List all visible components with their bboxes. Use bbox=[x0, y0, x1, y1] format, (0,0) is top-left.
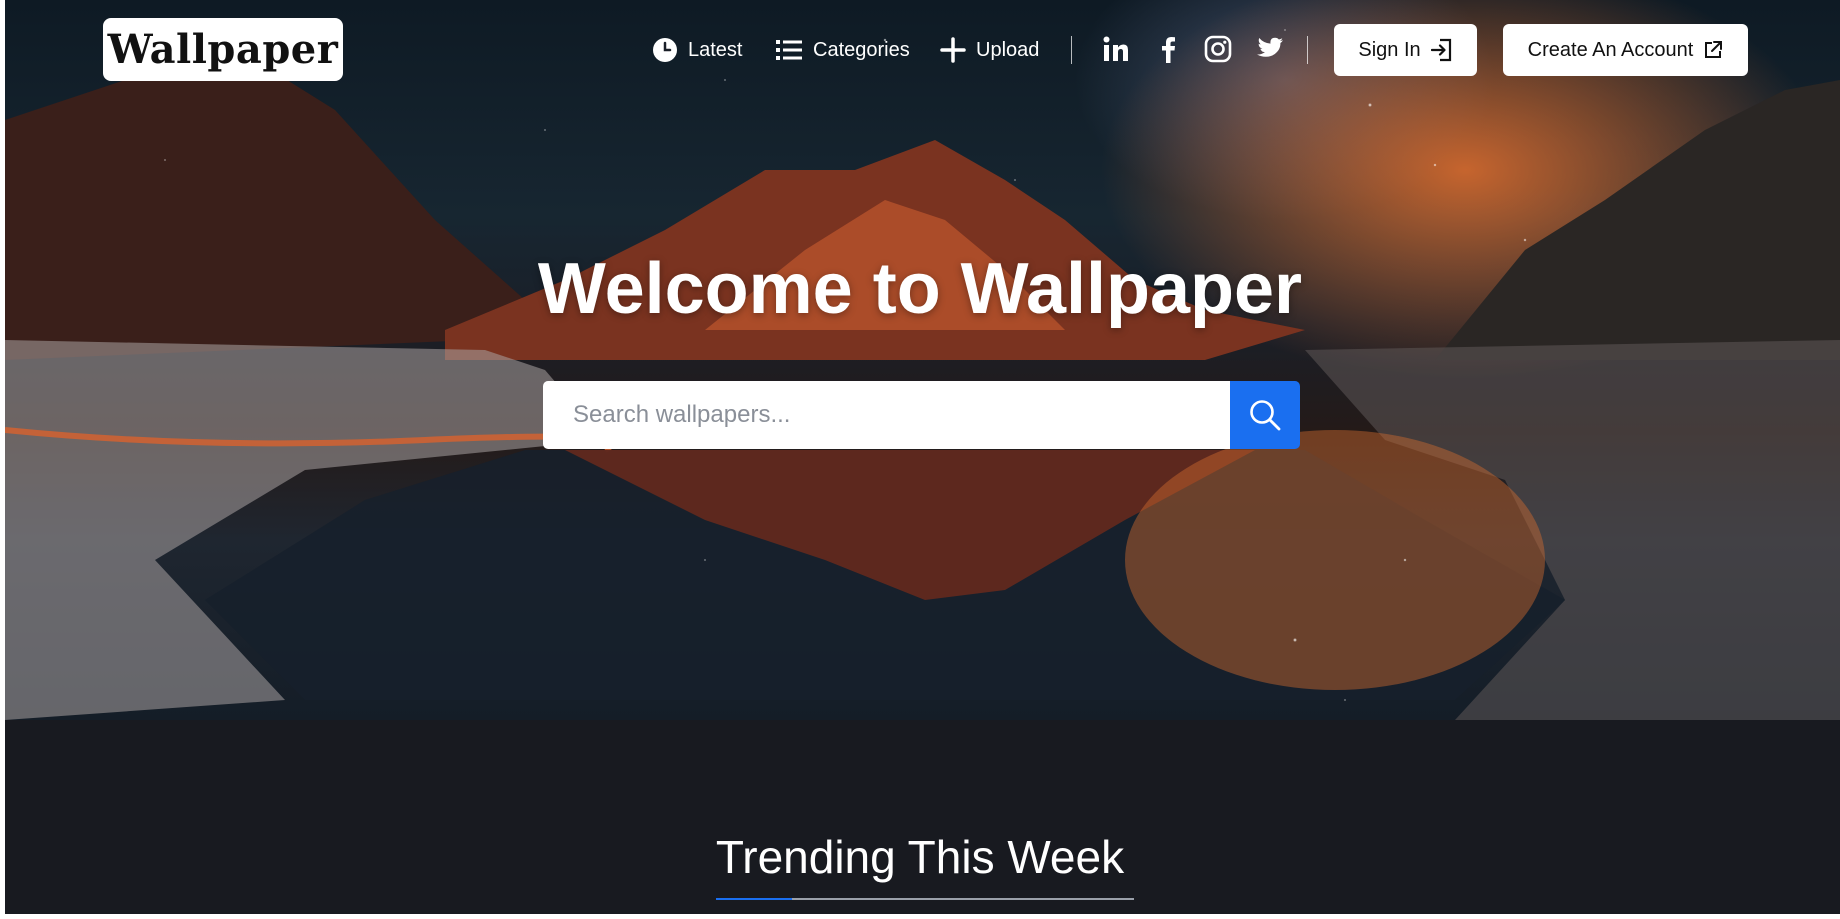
instagram-link[interactable] bbox=[1203, 34, 1233, 64]
trending-title: Trending This Week bbox=[715, 831, 1125, 883]
external-link-icon bbox=[1705, 41, 1723, 58]
site-header: Wallpaper Latest Categories Upload Sign … bbox=[5, 0, 1840, 100]
page: Wallpaper Latest Categories Upload Sign … bbox=[5, 0, 1840, 914]
search-button[interactable] bbox=[1230, 381, 1300, 449]
nav-latest[interactable]: Latest bbox=[652, 30, 742, 70]
create-account-label: Create An Account bbox=[1527, 38, 1694, 61]
search-icon bbox=[1250, 400, 1281, 431]
create-account-button[interactable]: Create An Account bbox=[1503, 24, 1748, 76]
nav-upload-label: Upload bbox=[976, 38, 1040, 61]
nav-categories[interactable]: Categories bbox=[775, 30, 910, 70]
site-logo[interactable]: Wallpaper bbox=[103, 18, 343, 81]
nav-latest-label: Latest bbox=[688, 38, 743, 61]
nav-divider bbox=[1071, 36, 1072, 64]
logo-text: Wallpaper bbox=[107, 26, 339, 73]
facebook-icon bbox=[1162, 37, 1175, 63]
twitter-link[interactable] bbox=[1255, 34, 1285, 64]
hero-section: Wallpaper Latest Categories Upload Sign … bbox=[5, 0, 1840, 720]
social-divider bbox=[1307, 36, 1308, 64]
linkedin-link[interactable] bbox=[1101, 34, 1131, 64]
starfield bbox=[5, 0, 1840, 720]
linkedin-icon bbox=[1103, 36, 1128, 61]
search-input[interactable] bbox=[543, 381, 1230, 449]
nav-upload[interactable]: Upload bbox=[940, 30, 1039, 70]
search-bar bbox=[543, 381, 1300, 449]
sign-in-button[interactable]: Sign In bbox=[1334, 24, 1477, 76]
list-icon bbox=[776, 40, 802, 60]
sign-in-icon bbox=[1430, 38, 1451, 62]
instagram-icon bbox=[1204, 35, 1232, 63]
plus-icon bbox=[940, 37, 966, 63]
twitter-icon bbox=[1257, 37, 1283, 57]
sign-in-label: Sign In bbox=[1358, 38, 1421, 61]
hero-title: Welcome to Wallpaper bbox=[537, 249, 1303, 329]
trending-underline-accent bbox=[716, 898, 792, 900]
clock-icon bbox=[653, 38, 677, 62]
trending-section: Trending This Week bbox=[5, 720, 1840, 914]
nav-categories-label: Categories bbox=[813, 38, 910, 61]
facebook-link[interactable] bbox=[1153, 34, 1183, 64]
